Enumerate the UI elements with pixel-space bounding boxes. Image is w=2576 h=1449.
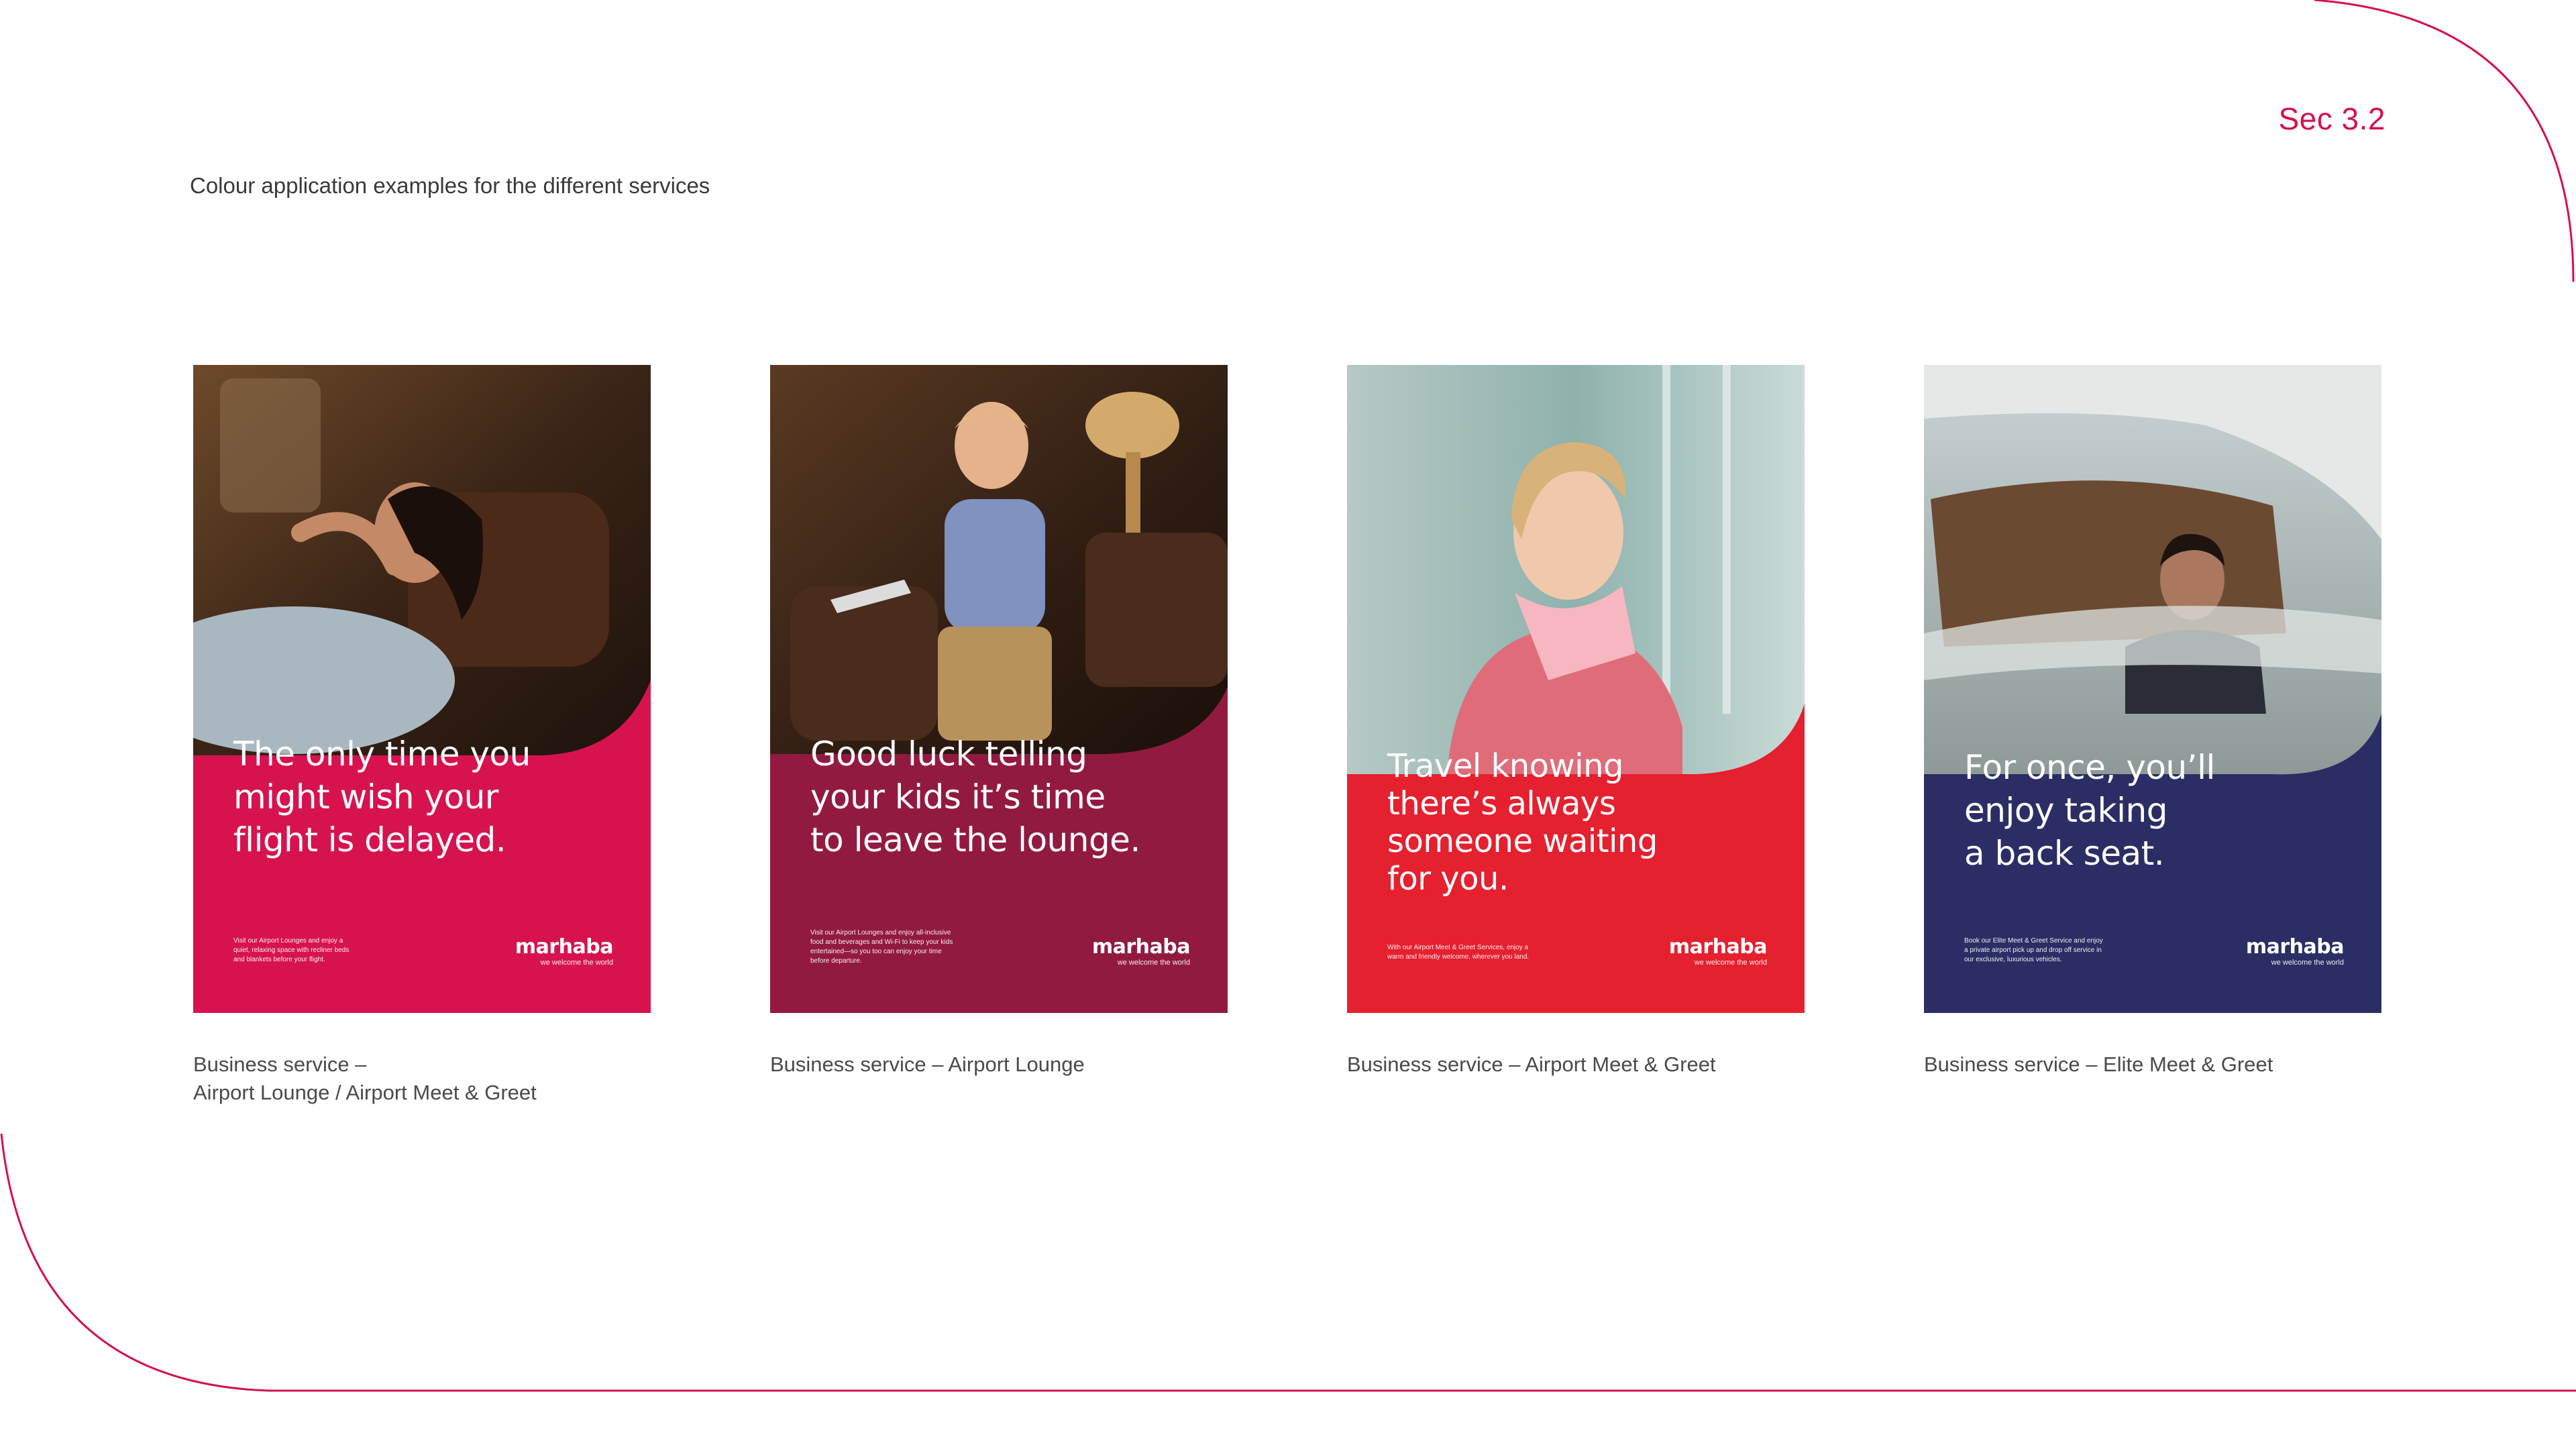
poster-airport-lounge-relax: The only time you might wish your flight… (193, 365, 651, 1013)
logo-tagline: we welcome the world (2271, 959, 2344, 967)
marhaba-logo: marhaba we welcome the world (515, 935, 614, 967)
poster-body-copy: Visit our Airport Lounges and enjoy all-… (810, 929, 953, 965)
poster-caption: Business service – Elite Meet & Greet (1924, 1053, 2273, 1076)
poster-photo-woman-relaxing (193, 365, 651, 1013)
logo-wordmark: marhaba (1091, 935, 1191, 959)
poster-photo-greeter-woman (1347, 365, 1805, 1013)
poster-body-copy: Book our Elite Meet & Greet Service and … (1964, 937, 2103, 963)
poster-headline: The only time you might wish your flight… (233, 735, 531, 859)
section-number: Sec 3.2 (2278, 101, 2385, 136)
poster-airport-meet-greet: Travel knowing there’s always someone wa… (1347, 365, 1805, 1013)
logo-wordmark: marhaba (2245, 935, 2345, 959)
poster-caption: Business service – Airport Meet & Greet (1347, 1053, 1716, 1076)
logo-tagline: we welcome the world (1117, 959, 1190, 967)
marhaba-logo: marhaba we welcome the world (1091, 935, 1191, 967)
poster-headline: Good luck telling your kids it’s time to… (810, 735, 1140, 859)
marhaba-logo: marhaba we welcome the world (1668, 935, 1768, 967)
poster-elite-meet-greet: For once, you’ll enjoy taking a back sea… (1924, 365, 2381, 1013)
poster-body-copy: With our Airport Meet & Greet Services, … (1387, 944, 1529, 961)
poster-caption: Business service – Airport Lounge (770, 1053, 1085, 1076)
poster-photo-man-in-car (1924, 365, 2381, 1013)
logo-tagline: we welcome the world (1694, 959, 1767, 967)
page-subtitle: Colour application examples for the diff… (190, 173, 710, 198)
logo-wordmark: marhaba (1668, 935, 1768, 959)
marhaba-logo: marhaba we welcome the world (2245, 935, 2345, 967)
poster-headline: Travel knowing there’s always someone wa… (1387, 747, 1658, 898)
poster-body-copy: Visit our Airport Lounges and enjoy a qu… (233, 937, 350, 963)
poster-headline: For once, you’ll enjoy taking a back sea… (1964, 748, 2215, 873)
poster-photo-child-with-plane (770, 365, 1228, 1013)
logo-wordmark: marhaba (515, 935, 614, 959)
poster-caption: Business service – Airport Lounge / Airp… (193, 1053, 537, 1104)
poster-airport-lounge-kids: Good luck telling your kids it’s time to… (770, 365, 1228, 1013)
logo-tagline: we welcome the world (540, 959, 613, 967)
